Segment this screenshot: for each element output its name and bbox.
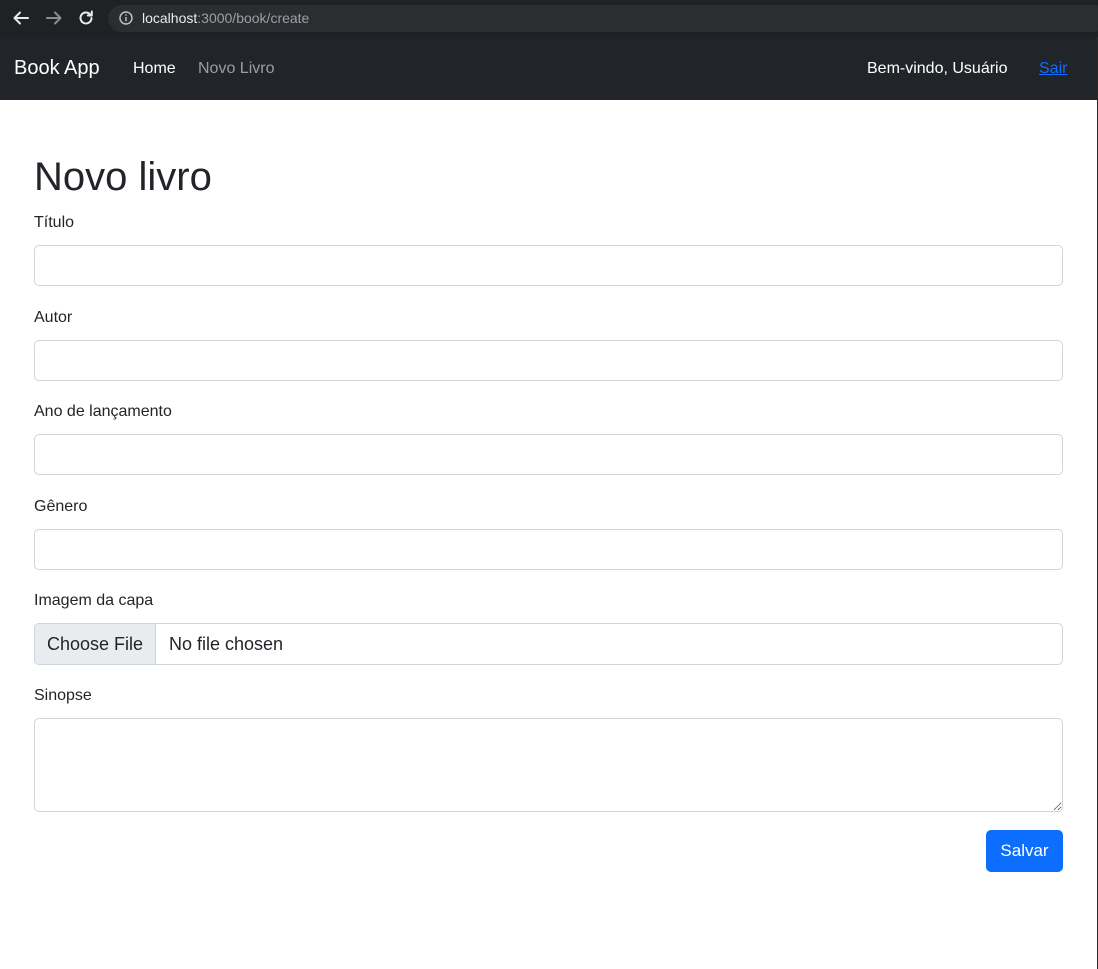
sinopse-label: Sinopse bbox=[34, 687, 92, 704]
file-status-text: No file chosen bbox=[169, 634, 284, 654]
nav-link-novo-livro[interactable]: Novo Livro bbox=[198, 59, 274, 78]
choose-file-button[interactable]: Choose File bbox=[35, 624, 156, 664]
capa-file-input[interactable]: Choose File No file chosen bbox=[34, 623, 1063, 665]
genero-label: Gênero bbox=[34, 498, 88, 515]
titulo-input[interactable] bbox=[34, 245, 1063, 286]
logout-link[interactable]: Sair bbox=[1039, 59, 1067, 78]
browser-toolbar: localhost:3000/book/create bbox=[0, 0, 1098, 38]
capa-label: Imagem da capa bbox=[34, 592, 154, 609]
url-text: localhost:3000/book/create bbox=[142, 10, 309, 27]
nav-link-home[interactable]: Home bbox=[133, 59, 176, 78]
sinopse-textarea[interactable] bbox=[34, 718, 1063, 812]
back-arrow-icon[interactable] bbox=[10, 7, 32, 29]
welcome-text: Bem-vindo, Usuário bbox=[867, 60, 1008, 77]
titulo-label: Título bbox=[34, 214, 75, 231]
address-bar[interactable]: localhost:3000/book/create bbox=[108, 5, 1098, 32]
forward-arrow-icon[interactable] bbox=[43, 7, 65, 29]
save-button[interactable]: Salvar bbox=[986, 830, 1063, 872]
brand-link[interactable]: Book App bbox=[14, 56, 100, 80]
genero-input[interactable] bbox=[34, 529, 1063, 570]
ano-input[interactable] bbox=[34, 434, 1063, 475]
navbar: Book App Home Novo Livro Bem-vindo, Usuá… bbox=[0, 37, 1098, 100]
page-title: Novo livro bbox=[34, 155, 212, 199]
url-host: localhost bbox=[142, 10, 198, 26]
ano-label: Ano de lançamento bbox=[34, 403, 172, 420]
autor-input[interactable] bbox=[34, 340, 1063, 381]
autor-label: Autor bbox=[34, 309, 73, 326]
info-icon[interactable] bbox=[119, 11, 133, 25]
reload-icon[interactable] bbox=[75, 7, 97, 29]
url-path: :3000/book/create bbox=[197, 10, 310, 26]
